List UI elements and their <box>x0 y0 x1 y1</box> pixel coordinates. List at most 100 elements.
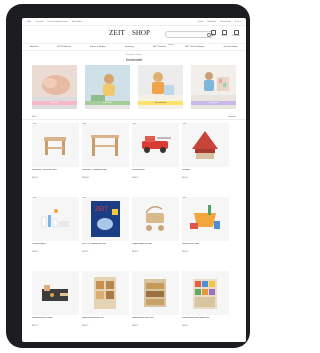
site-header: ZEIT ​ SHOP Konto Merkliste Warenkorb <box>22 26 246 48</box>
category-label: Schulkinder <box>191 101 236 105</box>
filter-bar: Filter Sortieren <box>22 114 246 120</box>
product-price: 59,00 € <box>132 325 139 327</box>
product-image: Neu <box>182 197 229 241</box>
zeit-shop-logo[interactable]: ZEIT ​ SHOP <box>109 29 150 37</box>
nav-item[interactable]: Bücher & Medien <box>90 46 106 48</box>
product-card[interactable]: Neu Feuerwehrauto 29,00 € <box>132 123 179 193</box>
category-label: Vorschulkinder <box>138 101 183 105</box>
account-button[interactable]: Konto <box>210 30 216 37</box>
product-card[interactable]: Bunte Holzbausteine Bilder-Sets 59,00 € <box>182 271 229 341</box>
top-utility-bar: Hilfe Versand Geschenkgutscheine Newslet… <box>22 18 246 26</box>
breadcrumb[interactable]: Startseite / Kinder <box>22 54 246 56</box>
product-badge: Neu <box>33 198 36 199</box>
product-price: 24,95 € <box>82 251 89 253</box>
product-image <box>82 271 129 315</box>
product-image: Neu <box>32 123 79 167</box>
product-card[interactable]: Neu Zahnputzspielen 19,90 € <box>32 197 79 267</box>
svg-text:ZEIT: ZEIT <box>95 207 108 213</box>
product-card[interactable]: Holzbausteine Bilder-Sets 59,00 € <box>82 271 129 341</box>
product-badge: Neu <box>183 198 186 199</box>
product-badge: Neu <box>183 124 186 125</box>
product-price: 29,00 € <box>182 251 189 253</box>
topbar-cart-total: 0,00 € <box>234 20 241 23</box>
product-image <box>132 197 179 241</box>
category-tile-vorschulkinder[interactable]: Vorschulkinder <box>138 65 183 109</box>
product-price: 19,90 € <box>32 251 39 253</box>
product-badge: Neu <box>33 124 36 125</box>
header-icons: Konto Merkliste Warenkorb <box>210 30 240 37</box>
product-name[interactable]: Zahnputzspielen <box>32 243 79 248</box>
product-name[interactable]: Feuerwehrauto <box>132 169 179 174</box>
product-name[interactable]: Puppenwagen aus Holz <box>132 243 179 248</box>
heart-icon <box>221 30 227 35</box>
product-price: 99,00 € <box>32 177 39 179</box>
user-icon <box>210 30 216 35</box>
product-badge: Neu <box>83 198 86 199</box>
tablet-bezel: Hilfe Versand Geschenkgutscheine Newslet… <box>6 4 250 348</box>
sort-dropdown[interactable]: Sortieren <box>228 116 236 118</box>
product-card[interactable]: Neu Gartenset für Kinder 29,00 € <box>182 197 229 267</box>
topbar-link[interactable]: Versand <box>35 21 43 23</box>
product-price: 59,00 € <box>82 325 89 327</box>
category-tile-babywelt[interactable]: Babywelt <box>32 65 77 109</box>
product-price: 39,00 € <box>182 177 189 179</box>
category-tile-kleinkinder[interactable]: Kleinkinder <box>85 65 130 109</box>
product-image: Neu <box>132 123 179 167</box>
product-image: Neu <box>32 197 79 241</box>
product-card[interactable]: Neu Sandspiel 39,00 € <box>182 123 229 193</box>
search-input[interactable] <box>166 42 206 48</box>
nav-item[interactable]: ZEIT Editionen <box>57 46 71 48</box>
product-name[interactable]: ZEIT LEO Kinderpuzzle Sets <box>82 243 129 248</box>
product-price: 149,00 € <box>82 177 90 179</box>
topbar-link[interactable]: Newsletter <box>72 21 82 23</box>
category-tile-schulkinder[interactable]: Schulkinder <box>191 65 236 109</box>
product-image: Neu <box>182 123 229 167</box>
cart-icon <box>233 30 239 35</box>
product-price: 59,00 € <box>182 325 189 327</box>
product-card[interactable]: Holzwerkzeug für Kinder 34,95 € <box>32 271 79 341</box>
product-name[interactable]: Gartenset für Kinder <box>182 243 229 248</box>
wishlist-button[interactable]: Merkliste <box>221 30 227 37</box>
topbar-link[interactable]: Geschenkgutscheine <box>47 21 67 23</box>
product-name[interactable]: Holzbausteine Bilder-Sets <box>132 317 179 322</box>
tablet-screen: Hilfe Versand Geschenkgutscheine Newslet… <box>22 18 246 342</box>
product-card[interactable]: Puppenwagen aus Holz 89,00 € <box>132 197 179 267</box>
nav-item[interactable]: Aktuelles <box>30 46 38 48</box>
product-name[interactable]: Bunte Holzbausteine Bilder-Sets <box>182 317 229 322</box>
product-card[interactable]: Holzbausteine Bilder-Sets 59,00 € <box>132 271 179 341</box>
main-navigation: Aktuelles ZEIT Editionen Bücher & Medien… <box>22 43 246 51</box>
product-name[interactable]: Holzbausteine Bilder-Sets <box>82 317 129 322</box>
nav-item[interactable]: Geschenkideen <box>224 46 238 48</box>
product-badge: Neu <box>133 124 136 125</box>
product-image: Neu <box>82 123 129 167</box>
product-name[interactable]: Kinderstuhl / Kindertisch Holz <box>32 169 79 174</box>
category-tiles: Babywelt Kleinkinder Vorschulkinder Schu… <box>22 65 246 109</box>
nav-item[interactable]: Spielzeug <box>125 46 134 48</box>
product-image <box>132 271 179 315</box>
topbar-link[interactable]: Merkliste <box>208 21 217 23</box>
product-name[interactable]: Kindertisch / Kinderbank Holz <box>82 169 129 174</box>
topbar-link[interactable]: Hilfe <box>27 21 31 23</box>
product-card[interactable]: ZEIT Neu ZEIT LEO Kinderpuzzle Sets 24,9… <box>82 197 129 267</box>
product-price: 89,00 € <box>132 251 139 253</box>
cart-button[interactable]: Warenkorb <box>232 30 240 37</box>
product-name[interactable]: Sandspiel <box>182 169 229 174</box>
product-image <box>32 271 79 315</box>
product-grid: Neu Kinderstuhl / Kindertisch Holz 99,00… <box>22 123 246 341</box>
product-badge: Neu <box>83 124 86 125</box>
page-title: Kinderwelt <box>125 58 143 62</box>
category-label: Kleinkinder <box>85 101 130 105</box>
nav-item[interactable]: ZEIT Produkte <box>153 46 166 48</box>
product-card[interactable]: Neu Kinderstuhl / Kindertisch Holz 99,00… <box>32 123 79 193</box>
product-card[interactable]: Neu Kindertisch / Kinderbank Holz 149,00… <box>82 123 129 193</box>
filter-button[interactable]: Filter <box>32 116 36 118</box>
topbar-link[interactable]: Konto <box>198 21 204 23</box>
product-price: 34,95 € <box>32 325 39 327</box>
product-image <box>182 271 229 315</box>
topbar-link[interactable]: Warenkorb <box>220 21 231 23</box>
category-label: Babywelt <box>32 101 77 105</box>
search-box <box>165 31 213 48</box>
product-image: ZEIT Neu <box>82 197 129 241</box>
product-price: 29,00 € <box>132 177 139 179</box>
product-name[interactable]: Holzwerkzeug für Kinder <box>32 317 79 322</box>
